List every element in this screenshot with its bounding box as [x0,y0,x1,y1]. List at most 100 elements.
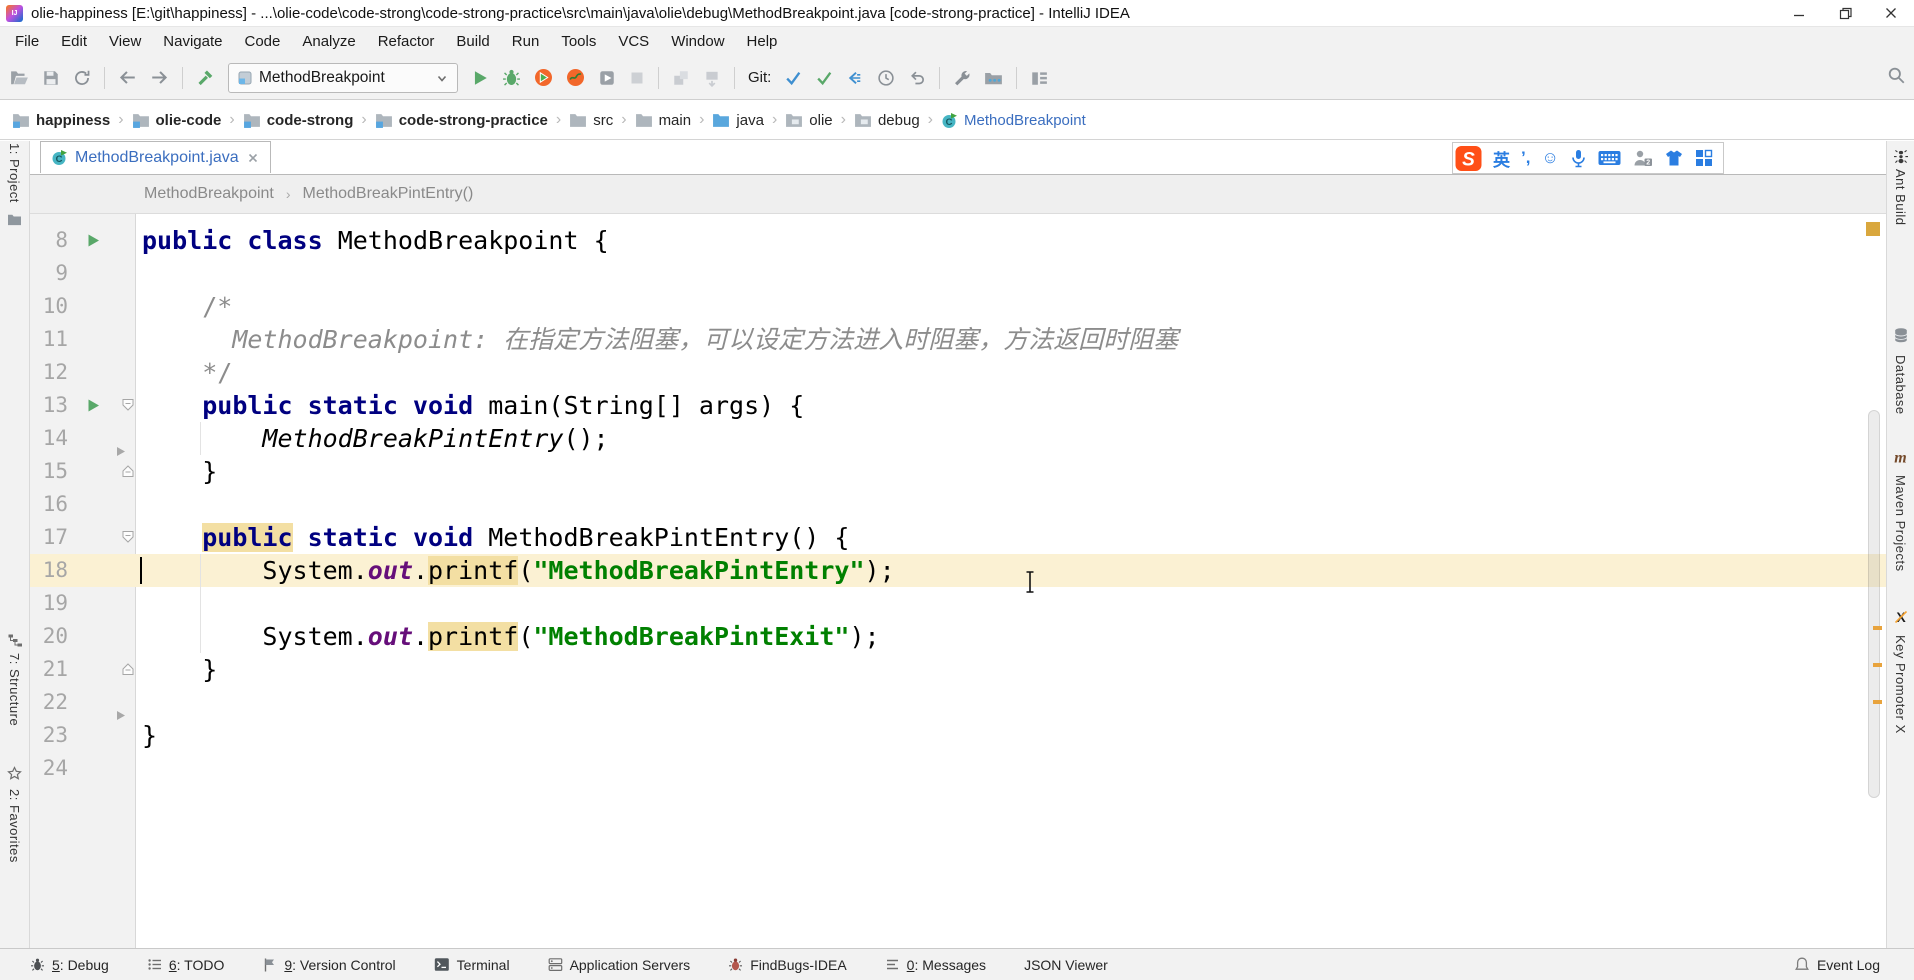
vcs-update-icon[interactable] [784,69,802,87]
close-tab-icon[interactable] [246,151,260,165]
ime-emoji-icon[interactable]: ☺ [1541,148,1558,168]
ime-shirt-icon[interactable] [1664,149,1684,167]
menu-tools[interactable]: Tools [550,33,607,50]
forward-arrow-icon[interactable] [150,69,169,86]
menu-run[interactable]: Run [501,33,551,50]
code-line[interactable]: */ [142,356,232,389]
minimize-button[interactable] [1776,0,1822,26]
ime-punct-icon[interactable]: ’, [1521,148,1530,168]
code-line[interactable]: public static void main(String[] args) { [142,389,804,422]
database-icon[interactable] [1893,327,1909,344]
code-line[interactable]: /* [142,290,232,323]
nav-crumb-olie-code[interactable]: olie-code [132,112,222,129]
open-folder-icon[interactable] [10,69,29,86]
tool-button-key-promoter-x[interactable]: Key Promoter X [1893,635,1908,734]
maven-m-icon[interactable]: m [1892,449,1909,466]
undo-icon[interactable] [908,69,926,87]
nav-crumb-olie[interactable]: olie [785,112,832,129]
code-line[interactable]: MethodBreakPintEntry(); [142,422,609,455]
menu-edit[interactable]: Edit [50,33,98,50]
project-structure-icon[interactable] [984,69,1003,86]
vcs-commit-icon[interactable] [815,69,833,87]
fold-up-icon[interactable] [121,464,135,478]
code-line[interactable]: public class MethodBreakpoint { [142,224,609,257]
ant-icon[interactable] [1893,149,1909,165]
proj-folder-icon[interactable] [7,213,22,226]
view-details-icon[interactable] [1030,69,1048,87]
code-line[interactable]: MethodBreakpoint: 在指定方法阻塞，可以设定方法进入时阻塞，方法… [142,323,1178,356]
tool-button-database[interactable]: Database [1893,355,1908,415]
nav-crumb-code-strong[interactable]: code-strong [243,112,354,129]
run-configuration-select[interactable]: MethodBreakpoint [228,63,458,93]
ime-user-icon[interactable]: 2 [1632,149,1653,167]
structure-tree-icon[interactable] [7,633,22,648]
breadcrumb-method[interactable]: MethodBreakPintEntry() [303,185,474,203]
statusbar-terminal[interactable]: Terminal [434,957,510,973]
menu-vcs[interactable]: VCS [607,33,660,50]
save-all-icon[interactable] [42,69,60,87]
ime-mic-icon[interactable] [1570,149,1587,168]
nav-crumb-methodbreakpoint[interactable]: CMethodBreakpoint [941,112,1086,129]
build-hammer-icon[interactable] [196,68,215,87]
mini-arrow-icon[interactable] [115,710,126,721]
run-icon[interactable] [86,398,101,413]
nav-crumb-main[interactable]: main [635,112,692,129]
code-line[interactable]: public static void MethodBreakPintEntry(… [142,521,849,554]
run-play-icon[interactable] [471,69,489,87]
nav-crumb-happiness[interactable]: happiness [12,112,110,129]
breadcrumb-class[interactable]: MethodBreakpoint [144,185,274,203]
fold-down-icon[interactable] [121,530,135,544]
tool-button--structure[interactable]: 7: Structure [7,653,22,726]
back-arrow-icon[interactable] [118,69,137,86]
tool-button--project[interactable]: 1: Project [7,143,22,203]
statusbar-findbugs-idea[interactable]: FindBugs-IDEA [728,957,846,973]
menu-refactor[interactable]: Refactor [367,33,446,50]
statusbar-json-viewer[interactable]: JSON Viewer [1024,957,1108,973]
ime-keyboard-icon[interactable] [1598,150,1621,166]
run-with-icon[interactable] [598,69,616,87]
menu-build[interactable]: Build [445,33,500,50]
code-line[interactable]: } [142,719,157,752]
tool-button-ant-build[interactable]: Ant Build [1893,169,1908,226]
keypromoter-x-icon[interactable]: X [1893,609,1909,625]
code-line[interactable]: } [142,455,217,488]
build-module-icon[interactable] [672,69,690,87]
vcs-revert-icon[interactable] [846,69,864,87]
statusbar-application-servers[interactable]: Application Servers [548,957,691,973]
history-clock-icon[interactable] [877,69,895,87]
code-line[interactable]: System.out.printf("MethodBreakPintEntry"… [142,554,895,587]
event-log-button[interactable]: Event Log [1794,956,1880,973]
run-icon[interactable] [86,233,101,248]
code-line[interactable]: System.out.printf("MethodBreakPintExit")… [142,620,880,653]
tab-methodbreakpoint-java[interactable]: C MethodBreakpoint.java [40,141,271,173]
nav-crumb-debug[interactable]: debug [854,112,920,129]
stop-icon[interactable] [629,70,645,86]
fold-down-icon[interactable] [121,398,135,412]
debug-bug-icon[interactable] [502,68,521,87]
close-button[interactable] [1868,0,1914,26]
ime-grid-icon[interactable] [1695,149,1713,167]
ime-lang-icon[interactable]: 英 [1493,146,1510,171]
code-line[interactable]: } [142,653,217,686]
build-artifact-icon[interactable] [703,69,721,87]
menu-help[interactable]: Help [736,33,789,50]
nav-crumb-code-strong-practice[interactable]: code-strong-practice [375,112,548,129]
error-stripe-indicator[interactable] [1866,222,1880,236]
statusbar-0-messages[interactable]: 0: Messages [885,957,986,973]
sync-project-icon[interactable] [73,69,91,87]
menu-code[interactable]: Code [233,33,291,50]
statusbar-6-todo[interactable]: 6: TODO [147,957,225,973]
maximize-button[interactable] [1822,0,1868,26]
code-editor[interactable]: 8public class MethodBreakpoint {910 /*11… [30,214,1886,948]
menu-view[interactable]: View [98,33,152,50]
statusbar-5-debug[interactable]: 5: Debug [30,957,109,973]
nav-crumb-java[interactable]: java [712,112,764,129]
nav-crumb-src[interactable]: src [569,112,613,129]
menu-window[interactable]: Window [660,33,735,50]
menu-file[interactable]: File [4,33,50,50]
statusbar-9-version-control[interactable]: 9: Version Control [262,957,395,973]
tool-button--favorites[interactable]: 2: Favorites [7,789,22,863]
menu-navigate[interactable]: Navigate [152,33,233,50]
sogou-logo-icon[interactable]: S [1455,145,1482,172]
profiler-icon[interactable] [566,68,585,87]
